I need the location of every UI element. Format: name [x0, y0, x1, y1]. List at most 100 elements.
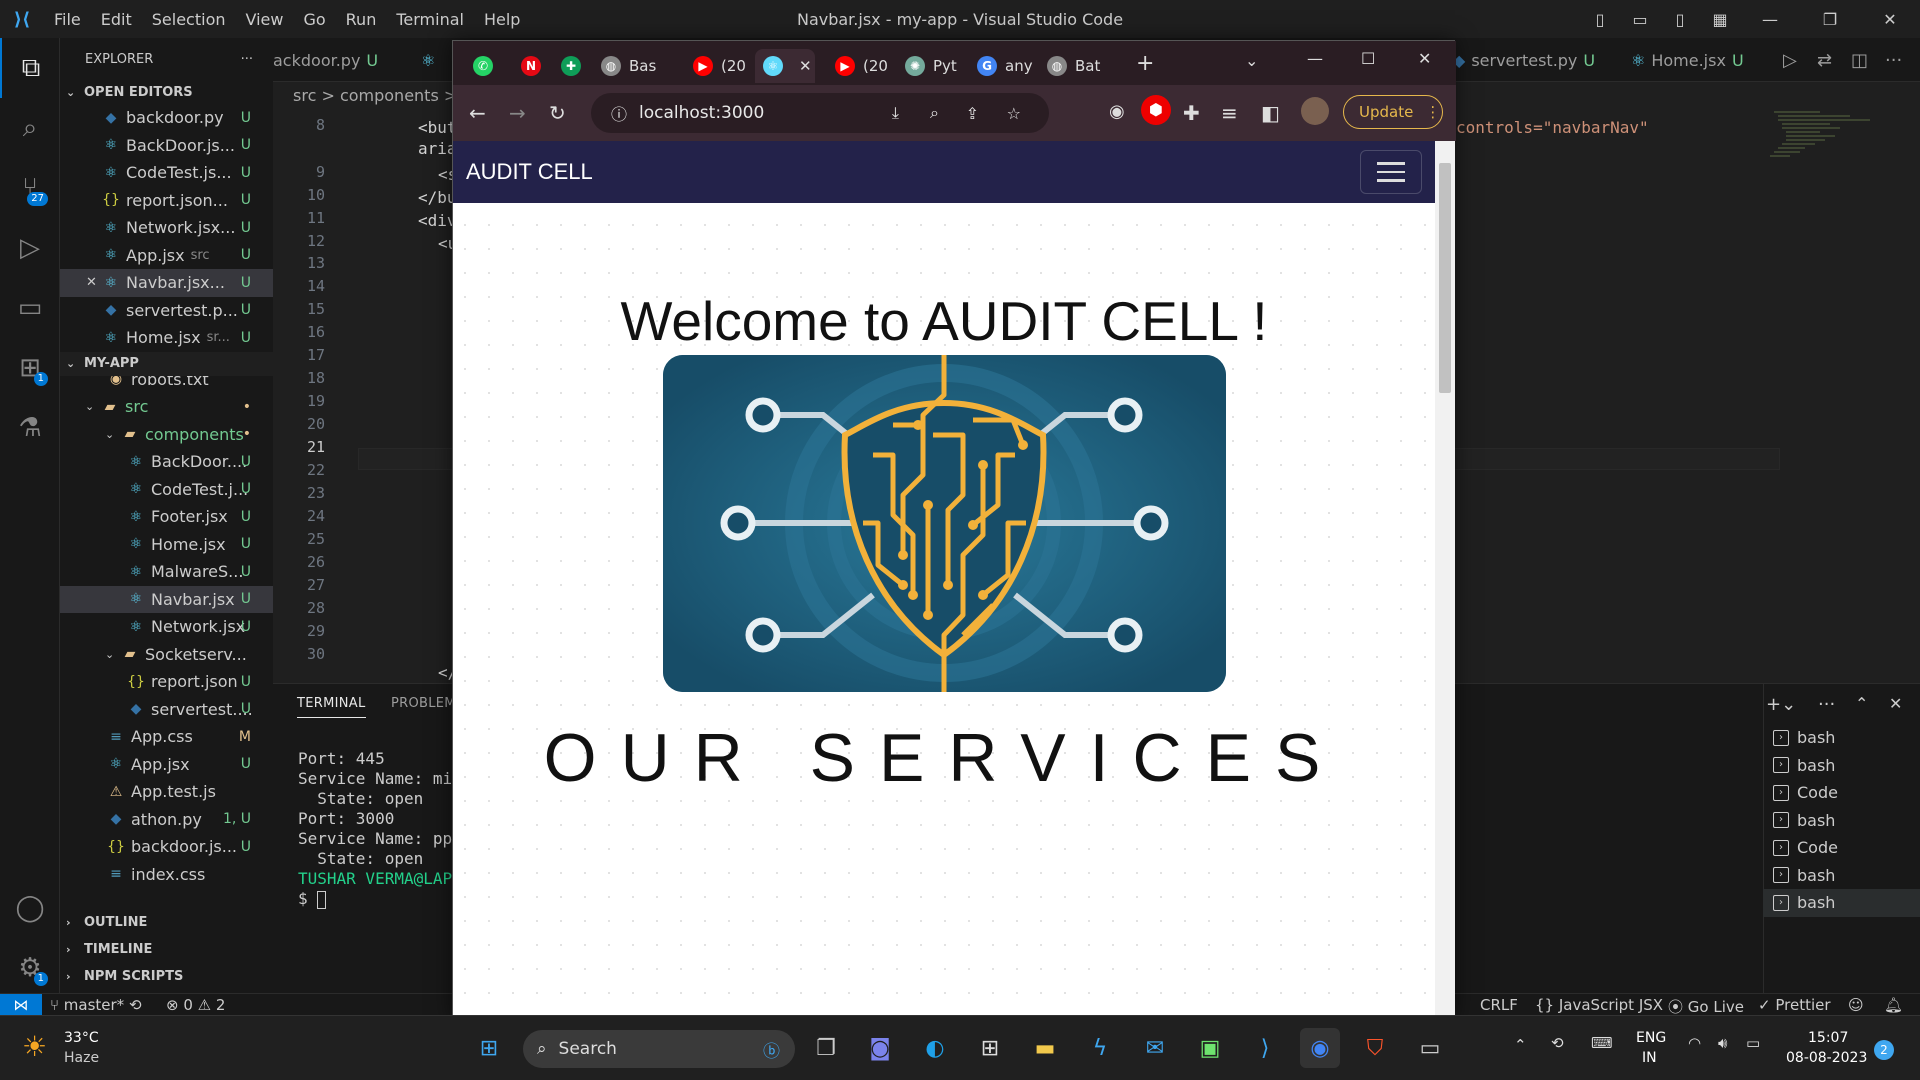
menu-item-terminal[interactable]: Terminal [396, 10, 464, 29]
file-explorer-icon[interactable]: ▬ [1025, 1028, 1065, 1068]
npm-scripts-header[interactable]: › NPM SCRIPTS [60, 964, 273, 988]
update-button[interactable]: Update ⋮ [1343, 95, 1443, 129]
extension-owl-icon[interactable]: ◉ [1109, 101, 1125, 122]
run-icon[interactable]: ▷ [1783, 38, 1797, 82]
menu-item-selection[interactable]: Selection [152, 10, 226, 29]
terminal-session-item[interactable]: › bash [1763, 724, 1920, 752]
vscode-taskbar-icon[interactable]: ⟩ [1245, 1028, 1285, 1068]
tree-file[interactable]: ⚛ Network.jsx U [60, 613, 273, 641]
close-tab-icon[interactable]: ✕ [799, 57, 812, 75]
side-panel-icon[interactable]: ◧ [1261, 101, 1280, 125]
weather-temp[interactable]: 33°C [64, 1030, 99, 1046]
extensions-puzzle-icon[interactable]: ✚ [1183, 101, 1200, 125]
terminal-session-item[interactable]: › bash [1763, 889, 1920, 917]
reading-list-icon[interactable]: ≡ [1221, 101, 1238, 125]
restore-button[interactable]: ❐ [1800, 10, 1860, 29]
sync-icon[interactable]: ⟲ [1551, 1034, 1564, 1052]
open-editor-item[interactable]: {} report.json... U [60, 187, 273, 215]
run-debug-icon[interactable]: ▷ [0, 218, 60, 278]
volume-icon[interactable]: 🔊︎ [1718, 1034, 1727, 1052]
address-bar[interactable]: ⓘ localhost:3000 ⤓ ⌕ ⇪ ☆ [591, 93, 1049, 133]
navbar-brand[interactable]: AUDIT CELL [466, 159, 593, 185]
chrome-icon[interactable]: ◉ [1300, 1028, 1340, 1068]
tree-file[interactable]: ⚛ BackDoor.... U [60, 448, 273, 476]
notifications-bell-icon[interactable]: 🔔︎ [1884, 996, 1903, 1014]
tab-react-file[interactable]: ⚛ [421, 38, 435, 82]
accounts-icon[interactable]: ◯ [0, 878, 60, 938]
terminal-session-item[interactable]: › bash [1763, 862, 1920, 890]
prettier-status[interactable]: ✓ Prettier [1758, 996, 1831, 1014]
ublock-extension-icon[interactable]: ⬢ [1141, 95, 1171, 125]
taskbar-search[interactable]: ⌕ Search ⓑ [523, 1030, 795, 1068]
problems-status[interactable]: ⊗ 0 ⚠ 2 [166, 996, 225, 1014]
panel-more-icon[interactable]: ··· [1818, 694, 1835, 715]
toggle-panel-icon[interactable]: ▭ [1620, 10, 1660, 29]
browser-tab[interactable]: ✚ [553, 49, 589, 83]
outline-header[interactable]: › OUTLINE [60, 910, 273, 934]
tab-home-jsx[interactable]: ⚛ Home.jsx U [1631, 38, 1744, 82]
tree-file[interactable]: ⚛ App.jsx U [60, 751, 273, 779]
source-control-icon[interactable]: ⑂ 27 [0, 158, 60, 218]
minimap[interactable] [1760, 108, 1880, 188]
minimize-button[interactable]: — [1740, 10, 1800, 29]
browser-tab[interactable]: ◍ Bat [1039, 49, 1103, 83]
tree-file[interactable]: ◆ athon.py 1, U [60, 806, 273, 834]
open-editor-item[interactable]: ⚛ CodeTest.js... U [60, 159, 273, 187]
tree-folder[interactable]: ⌄ ▰ Socketserv... [60, 641, 273, 669]
open-editors-header[interactable]: ⌄ OPEN EDITORS [60, 80, 273, 104]
open-editor-item[interactable]: ⚛ Network.jsx... U [60, 214, 273, 242]
forward-arrow-icon[interactable]: → [509, 101, 526, 125]
back-arrow-icon[interactable]: ← [469, 101, 486, 125]
notification-count-badge[interactable]: 2 [1874, 1040, 1894, 1060]
extensions-icon[interactable]: ⊞ 1 [0, 338, 60, 398]
toggle-sidebar-icon[interactable]: ▯ [1580, 10, 1620, 29]
menu-item-help[interactable]: Help [484, 10, 520, 29]
go-live-status[interactable]: ⦿ Go Live [1668, 996, 1744, 1017]
tree-file[interactable]: ⚠ App.test.js [60, 778, 273, 806]
zoom-icon[interactable]: ⌕ [930, 103, 939, 123]
app-bolt-icon[interactable]: ϟ [1080, 1028, 1120, 1068]
tree-file[interactable]: ⚛ Navbar.jsx U [60, 585, 273, 613]
menu-item-go[interactable]: Go [303, 10, 325, 29]
browser-tab[interactable]: ▶ (20 [827, 49, 891, 83]
menu-item-run[interactable]: Run [346, 10, 377, 29]
tree-file[interactable]: ≡ index.css [60, 861, 273, 889]
browser-tab[interactable]: Gany [969, 49, 1033, 83]
reload-icon[interactable]: ↻ [549, 101, 566, 125]
mail-icon[interactable]: ✉ [1135, 1028, 1175, 1068]
open-editor-item[interactable]: ⚛ Home.jsx sr... U [60, 324, 273, 352]
profile-avatar[interactable] [1301, 97, 1329, 125]
terminal-app-icon[interactable]: ▭ [1410, 1028, 1450, 1068]
browser-tab[interactable]: ✺ Pyt [897, 49, 961, 83]
more-actions-icon[interactable]: ··· [241, 52, 253, 67]
tree-file[interactable]: ⚛ MalwareS... U [60, 558, 273, 586]
navbar-toggler-hamburger-icon[interactable] [1360, 150, 1422, 194]
browser-maximize-button[interactable]: ☐ [1361, 49, 1375, 68]
tree-file[interactable]: ◆ servertest.... U [60, 696, 273, 724]
tab-search-chevron-icon[interactable]: ⌄ [1245, 51, 1258, 70]
bookmark-star-icon[interactable]: ☆ [1007, 104, 1021, 123]
tree-file[interactable]: {} backdoor.js... U [60, 833, 273, 861]
tree-file[interactable]: {} report.json U [60, 668, 273, 696]
customize-layout-icon[interactable]: ▦ [1700, 10, 1740, 29]
wifi-icon[interactable]: ◠ [1688, 1034, 1701, 1052]
editor-more-icon[interactable]: ··· [1885, 38, 1902, 82]
tree-folder[interactable]: ⌄ ▰ components • [60, 421, 273, 449]
site-info-icon[interactable]: ⓘ [611, 101, 627, 125]
keyboard-icon[interactable]: ⌨ [1591, 1034, 1613, 1052]
timeline-header[interactable]: › TIMELINE [60, 937, 273, 961]
remote-indicator-icon[interactable]: ⋈ [0, 994, 42, 1016]
tree-folder[interactable]: ⌄ ▰ src • [60, 393, 273, 421]
browser-tab[interactable]: ◍ Bas [593, 49, 673, 83]
settings-gear-icon[interactable]: ⚙ 1 [0, 938, 60, 998]
store-icon[interactable]: ⊞ [970, 1028, 1010, 1068]
new-tab-button[interactable]: + [1136, 51, 1154, 76]
explorer-icon[interactable]: ⧉ [0, 38, 60, 98]
browser-tab[interactable]: ✆ [465, 49, 501, 83]
compare-changes-icon[interactable]: ⇄ [1817, 38, 1832, 82]
open-editor-item[interactable]: ⚛ App.jsx src U [60, 242, 273, 270]
language-status[interactable]: {} JavaScript JSX [1535, 996, 1663, 1014]
browser-tab[interactable]: ▶ (20 [685, 49, 749, 83]
menu-item-file[interactable]: File [54, 10, 81, 29]
tree-file[interactable]: ⚛ CodeTest.j... U [60, 476, 273, 504]
